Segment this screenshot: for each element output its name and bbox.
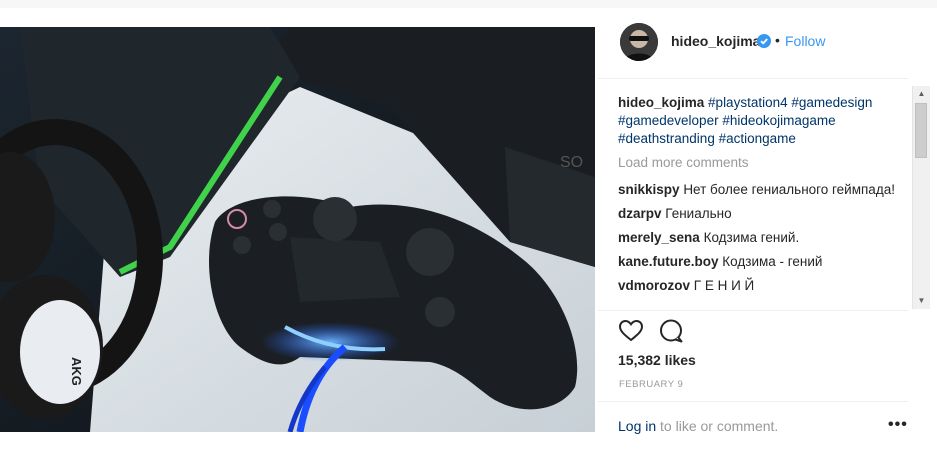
comment-text: Кодзима гений. [703, 230, 800, 245]
comment-username[interactable]: kane.future.boy [618, 254, 719, 269]
hashtag-link[interactable]: #hideokojimagame [722, 113, 835, 128]
comment-item: snikkispy Нет более гениального геймпада… [618, 181, 912, 199]
avatar-icon [620, 23, 658, 61]
scrollbar-thumb[interactable] [915, 103, 927, 158]
svg-text:SO: SO [560, 154, 583, 171]
comment-item: vdmorozov Г Е Н И Й [618, 277, 912, 295]
comment-text: Г Е Н И Й [693, 278, 755, 293]
caption-username[interactable]: hideo_kojima [618, 95, 704, 110]
login-prompt: Log in to like or comment. [618, 418, 778, 434]
comment-username[interactable]: snikkispy [618, 182, 680, 197]
comment-text: Кодзима - гений [722, 254, 823, 269]
likes-count[interactable]: 15,382 likes [618, 352, 696, 368]
post-photo[interactable]: SO AKG [0, 27, 595, 432]
more-options-icon[interactable]: ••• [888, 416, 908, 434]
comment-username[interactable]: merely_sena [618, 230, 700, 245]
comments-list[interactable]: hideo_kojima #playstation4 #gamedesign #… [618, 94, 912, 306]
hashtag-link[interactable]: #gamedesign [791, 95, 872, 110]
load-more-comments-button[interactable]: Load more comments [618, 154, 912, 172]
hashtag-link[interactable]: #playstation4 [708, 95, 788, 110]
comment-username[interactable]: dzarpv [618, 206, 662, 221]
divider [598, 310, 908, 311]
post-header: hideo_kojima • Follow [598, 8, 908, 79]
verified-badge-icon [757, 34, 771, 48]
svg-text:AKG: AKG [69, 357, 84, 386]
follow-button[interactable]: Follow [785, 33, 825, 49]
comment-item: dzarpv Гениально [618, 205, 912, 223]
instagram-post: SO AKG hideo_kojima • Follow hideo_kojim… [0, 8, 937, 455]
hashtag-link[interactable]: #deathstranding [618, 131, 715, 146]
comment-item: merely_sena Кодзима гений. [618, 229, 912, 247]
scroll-down-arrow-icon[interactable]: ▼ [913, 293, 930, 309]
comment-text: Гениально [665, 206, 732, 221]
post-details-panel: hideo_kojima • Follow hideo_kojima #play… [598, 8, 937, 455]
like-heart-icon[interactable] [618, 318, 644, 344]
comment-item: kane.future.boy Кодзима - гений [618, 253, 912, 271]
post-date[interactable]: FEBRUARY 9 [619, 379, 683, 390]
avatar[interactable] [620, 23, 658, 61]
divider [598, 401, 908, 402]
comment-username[interactable]: vdmorozov [618, 278, 690, 293]
login-prompt-text: to like or comment. [656, 418, 779, 434]
log-in-link[interactable]: Log in [618, 418, 656, 434]
post-caption: hideo_kojima #playstation4 #gamedesign #… [618, 94, 912, 148]
hashtag-link[interactable]: #gamedeveloper [618, 113, 719, 128]
comments-scrollbar[interactable]: ▲ ▼ [912, 86, 930, 309]
header-separator: • [775, 32, 780, 48]
comment-text: Нет более гениального геймпада! [683, 182, 895, 197]
hashtag-link[interactable]: #actiongame [719, 131, 796, 146]
scroll-up-arrow-icon[interactable]: ▲ [913, 86, 930, 102]
photo-icon: SO AKG [0, 27, 595, 432]
comment-bubble-icon[interactable] [658, 318, 684, 344]
author-username[interactable]: hideo_kojima [671, 33, 760, 49]
